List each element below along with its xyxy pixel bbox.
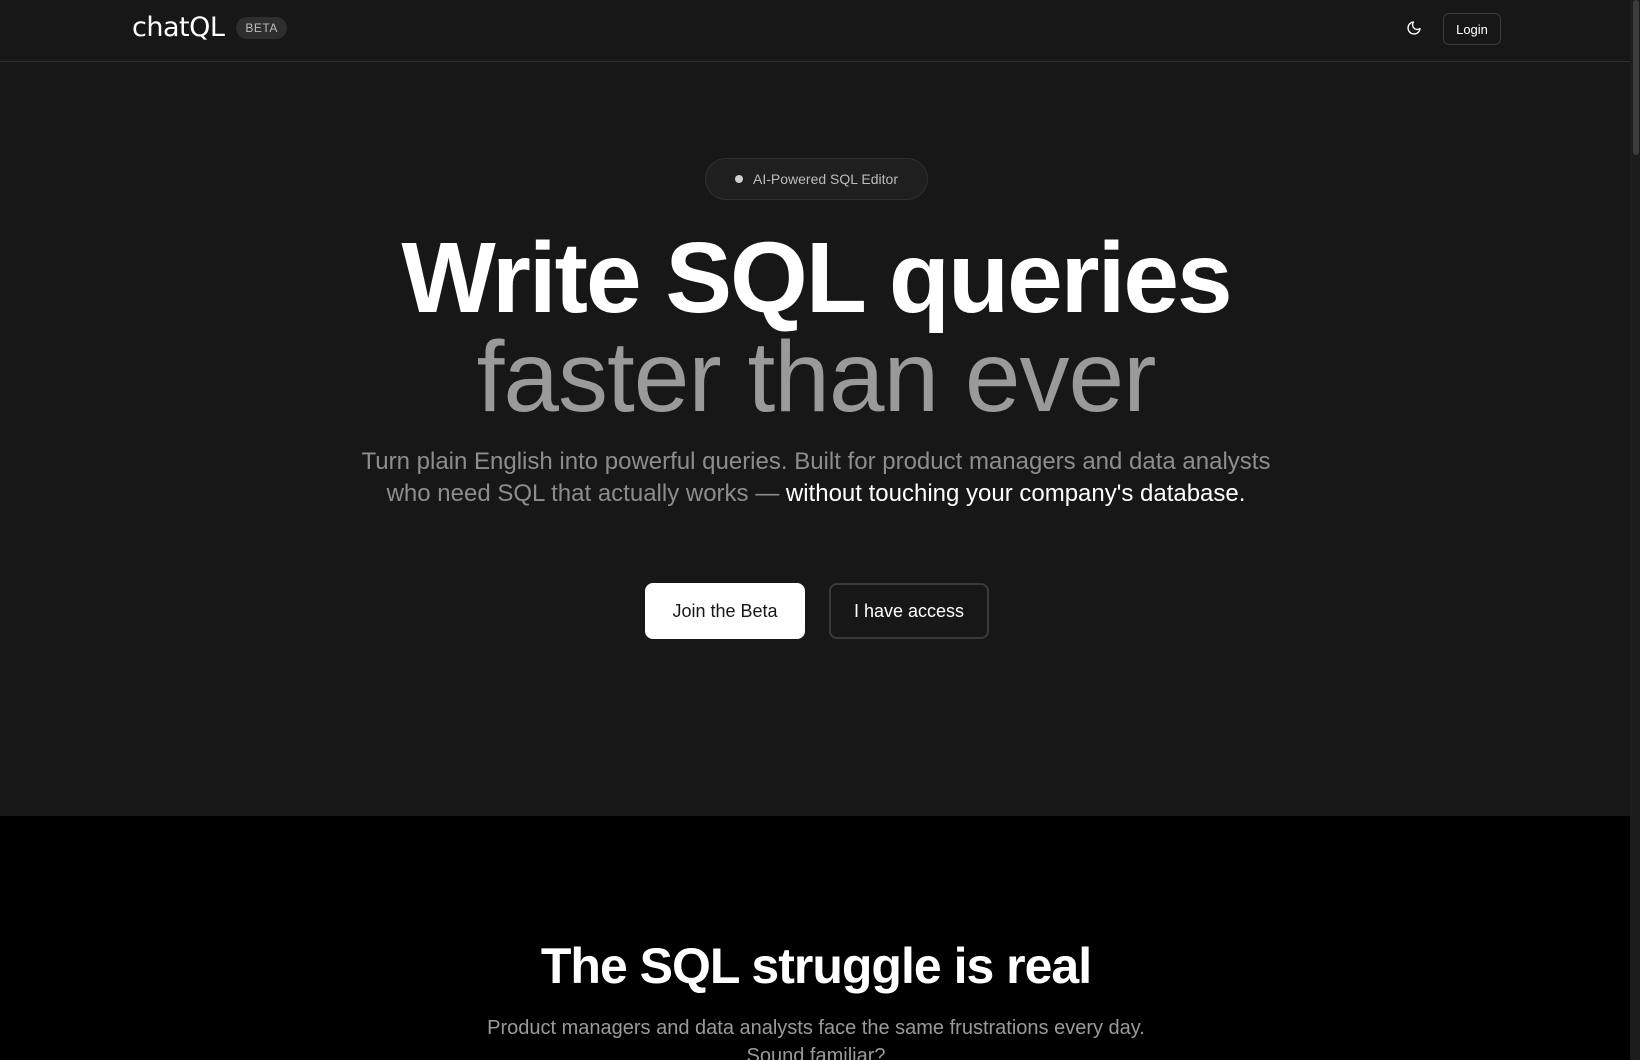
section-subtitle: Product managers and data analysts face … [487, 1017, 1145, 1060]
beta-badge: BETA [236, 16, 287, 39]
hero-headline: Write SQL queries [401, 222, 1232, 334]
hero-headline-secondary: faster than ever [476, 321, 1157, 433]
logo[interactable]: chatQL [132, 12, 225, 43]
theme-toggle-button[interactable] [1400, 16, 1428, 44]
cta-group: Join the Beta I have access [645, 583, 989, 639]
hero-section: AI-Powered SQL Editor Write SQL queries … [0, 62, 1640, 816]
landing-page: chatQL BETA Login AI-Powered SQL Editor … [0, 0, 1640, 1060]
dot-icon [735, 175, 743, 183]
top-navbar: chatQL BETA Login [0, 0, 1640, 62]
feature-pill-label: AI-Powered SQL Editor [753, 171, 898, 187]
hero-description: Turn plain English into powerful queries… [360, 446, 1272, 510]
login-button[interactable]: Login [1443, 13, 1501, 45]
scrollbar[interactable] [1630, 0, 1640, 1060]
have-access-button[interactable]: I have access [829, 583, 989, 639]
hero-description-highlight: without touching your company's database… [785, 480, 1246, 507]
section-title: The SQL struggle is real [540, 938, 1092, 994]
moon-icon [1406, 20, 1422, 41]
brand[interactable]: chatQL BETA [132, 12, 287, 43]
join-beta-button[interactable]: Join the Beta [645, 583, 805, 639]
scrollbar-thumb[interactable] [1633, 0, 1639, 155]
struggle-section: The SQL struggle is real Product manager… [0, 816, 1630, 1060]
feature-pill: AI-Powered SQL Editor [705, 158, 928, 200]
